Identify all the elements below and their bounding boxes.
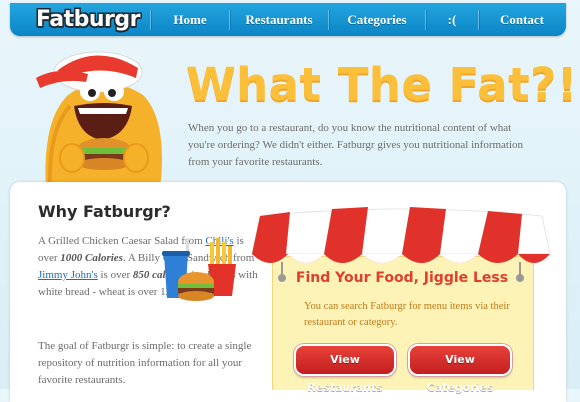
nav-contact[interactable]: Contact: [479, 3, 565, 36]
nav-categories[interactable]: Categories: [329, 3, 425, 36]
top-nav: Fatburgr Home Restaurants Categories :( …: [10, 3, 566, 36]
hero-intro: When you go to a restaurant, do you know…: [188, 122, 524, 168]
mascot-burger-eater-icon: [36, 51, 162, 190]
nav-home[interactable]: Home: [151, 3, 229, 36]
hero-headline: What The Fat?!: [186, 58, 578, 111]
view-categories-button[interactable]: View Categories: [408, 344, 512, 394]
nav-restaurants[interactable]: Restaurants: [230, 3, 328, 36]
why-title: Why Fatburgr?: [38, 202, 171, 221]
site-logo[interactable]: Fatburgr: [36, 7, 140, 32]
store-text: You can search Fatburgr for menu items v…: [304, 301, 510, 328]
nav-sad-face[interactable]: :(: [426, 3, 478, 36]
goal-paragraph: The goal of Fatburgr is simple: to creat…: [38, 340, 252, 386]
store-title: Find Your Food, Jiggle Less: [295, 270, 509, 286]
jimmy-johns-link[interactable]: Jimmy John's: [38, 269, 98, 281]
fast-food-meal-icon: [162, 238, 236, 301]
calories-highlight: 1000 Calories: [60, 252, 123, 264]
view-restaurants-button[interactable]: View Restaurants: [294, 344, 396, 394]
